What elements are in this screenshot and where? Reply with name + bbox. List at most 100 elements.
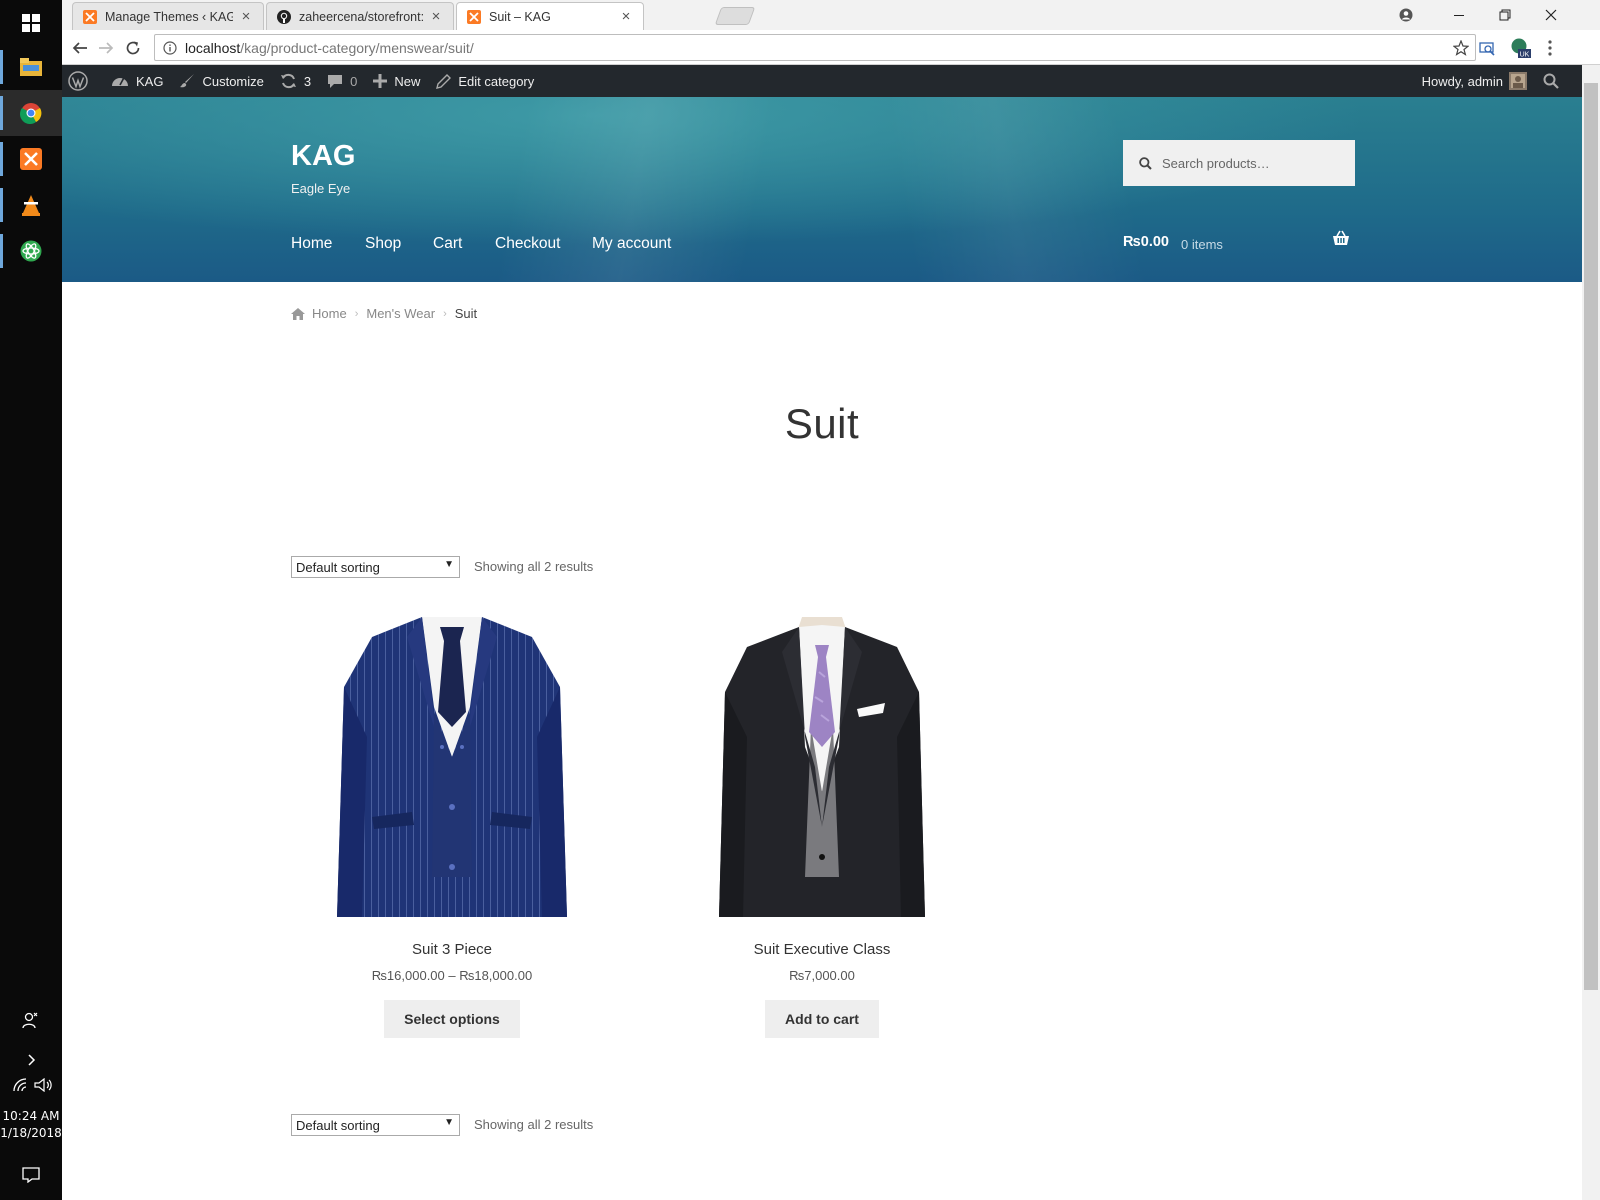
page-scrollbar[interactable] — [1582, 65, 1600, 1200]
breadcrumb-home[interactable]: Home — [312, 306, 347, 321]
adminbar-comments-count: 0 — [350, 73, 358, 89]
result-count: Showing all 2 results — [474, 559, 594, 574]
adminbar-my-account[interactable]: Howdy, admin — [1414, 65, 1535, 97]
browser-tab[interactable]: Manage Themes ‹ KAG — × — [72, 2, 264, 30]
adminbar-customize[interactable]: Customize — [171, 65, 271, 97]
new-tab-button[interactable] — [714, 7, 756, 25]
show-hidden-icons-chevron-icon[interactable] — [0, 1045, 62, 1075]
extension-badge-text: UK — [1520, 52, 1530, 59]
search-icon — [1139, 156, 1152, 170]
nav-home[interactable]: Home — [291, 235, 332, 253]
chrome-taskbar-icon[interactable] — [0, 90, 62, 136]
bookmark-star-icon[interactable] — [1453, 40, 1469, 56]
restore-window-icon[interactable] — [1482, 0, 1528, 30]
tab-title: Manage Themes ‹ KAG — — [105, 9, 233, 24]
product-card: Suit 3 Piece ₨16,000.00 – ₨18,000.00 Sel… — [287, 617, 617, 1038]
dropdown-arrow-icon: ▼ — [444, 1117, 454, 1128]
adminbar-comments[interactable]: 0 — [319, 65, 365, 97]
page-info-icon[interactable] — [163, 40, 177, 55]
adminbar-updates[interactable]: 3 — [272, 65, 319, 97]
file-explorer-icon[interactable] — [0, 44, 62, 90]
add-to-cart-button[interactable]: Add to cart — [765, 1000, 879, 1038]
product-image-suit-3-piece[interactable] — [287, 617, 617, 917]
sort-select-value: Default sorting — [296, 559, 380, 575]
search-placeholder: Search products… — [1162, 155, 1270, 171]
select-options-button[interactable]: Select options — [384, 1000, 520, 1038]
wordpress-logo-icon[interactable] — [62, 65, 103, 97]
url-path: /kag/product-category/menswear/suit/ — [240, 39, 474, 56]
extension-search-icon[interactable] — [1476, 36, 1500, 60]
nav-shop[interactable]: Shop — [365, 235, 401, 253]
adminbar-new[interactable]: New — [365, 65, 428, 97]
sort-select-value: Default sorting — [296, 1117, 380, 1133]
site-title[interactable]: KAG — [291, 140, 355, 173]
tab-close-icon[interactable]: × — [429, 9, 443, 24]
xampp-favicon-icon — [83, 9, 97, 24]
product-price: ₨16,000.00 – ₨18,000.00 — [371, 968, 533, 983]
browser-tab[interactable]: zaheercena/storefront: C × — [266, 2, 454, 30]
action-center-icon[interactable] — [0, 1155, 62, 1195]
adminbar-new-label: New — [394, 73, 421, 89]
product-name[interactable]: Suit Executive Class — [657, 941, 987, 958]
volume-icon[interactable] — [34, 1078, 52, 1092]
product-image-suit-executive-class[interactable] — [657, 617, 987, 917]
taskbar-clock-time[interactable]: 10:24 AM — [0, 1108, 62, 1124]
xampp-icon[interactable] — [0, 136, 62, 182]
vlc-icon[interactable] — [0, 182, 62, 228]
adminbar-site-label: KAG — [136, 73, 164, 89]
adminbar-edit-category-label: Edit category — [458, 73, 535, 89]
minimize-window-icon[interactable] — [1436, 0, 1482, 30]
taskbar-clock-date[interactable]: 1/18/2018 — [0, 1125, 62, 1141]
url-host: localhost — [185, 39, 241, 56]
breadcrumb-current: Suit — [454, 306, 478, 321]
result-count-bottom: Showing all 2 results — [474, 1117, 594, 1132]
comment-bubble-icon — [328, 74, 343, 88]
people-icon[interactable] — [0, 1005, 62, 1035]
page-title: Suit — [784, 400, 860, 447]
sort-select-bottom[interactable]: Default sorting ▼ — [291, 1114, 460, 1136]
product-name[interactable]: Suit 3 Piece — [287, 941, 617, 958]
plus-icon — [373, 74, 388, 88]
forward-arrow-icon[interactable] — [94, 36, 118, 60]
site-header: KAG Eagle Eye Search products… Home Shop… — [62, 97, 1582, 282]
pencil-icon — [436, 73, 452, 89]
browser-tab-strip: Manage Themes ‹ KAG — × zaheercena/store… — [62, 0, 1600, 30]
product-card: Suit Executive Class ₨7,000.00 Add to ca… — [657, 617, 987, 1038]
chrome-menu-icon[interactable] — [1538, 36, 1562, 60]
profile-icon[interactable] — [1383, 0, 1429, 30]
breadcrumb-parent[interactable]: Men's Wear — [366, 306, 435, 321]
adminbar-howdy-label: Howdy, admin — [1421, 73, 1503, 89]
close-window-icon[interactable] — [1528, 0, 1574, 30]
basket-icon[interactable] — [1332, 230, 1350, 246]
header-cart-count[interactable]: 0 items — [1181, 237, 1223, 252]
product-search-input[interactable]: Search products… — [1123, 140, 1355, 186]
reload-icon[interactable] — [121, 36, 145, 60]
atom-icon[interactable] — [0, 228, 62, 274]
nav-checkout[interactable]: Checkout — [495, 235, 560, 253]
avatar — [1509, 72, 1527, 90]
tab-close-icon[interactable]: × — [619, 9, 633, 24]
breadcrumb-separator-icon: › — [354, 307, 359, 320]
tab-title: Suit – KAG — [489, 9, 551, 24]
address-bar[interactable]: localhost/kag/product-category/menswear/… — [154, 34, 1476, 61]
windows-start-icon[interactable] — [0, 0, 62, 46]
xampp-favicon-icon — [467, 9, 481, 24]
nav-my-account[interactable]: My account — [592, 235, 671, 253]
scrollbar-thumb[interactable] — [1584, 83, 1598, 990]
site-description: Eagle Eye — [291, 181, 351, 196]
network-icon[interactable] — [13, 1078, 29, 1092]
tab-close-icon[interactable]: × — [239, 9, 253, 24]
product-price: ₨7,000.00 — [789, 968, 855, 983]
adminbar-customize-label: Customize — [202, 73, 264, 89]
adminbar-site-name[interactable]: KAG — [103, 65, 171, 97]
browser-tab-active[interactable]: Suit – KAG × — [456, 2, 644, 30]
sort-select[interactable]: Default sorting ▼ — [291, 556, 460, 578]
header-cart-amount[interactable]: ₨0.00 — [1123, 234, 1169, 250]
adminbar-edit-category[interactable]: Edit category — [428, 65, 542, 97]
back-arrow-icon[interactable] — [68, 36, 92, 60]
tab-title: zaheercena/storefront: C — [299, 9, 423, 24]
github-favicon-icon — [277, 9, 291, 24]
nav-cart[interactable]: Cart — [433, 235, 462, 253]
extension-vpn-icon[interactable]: UK — [1508, 36, 1532, 60]
home-icon — [291, 307, 305, 320]
